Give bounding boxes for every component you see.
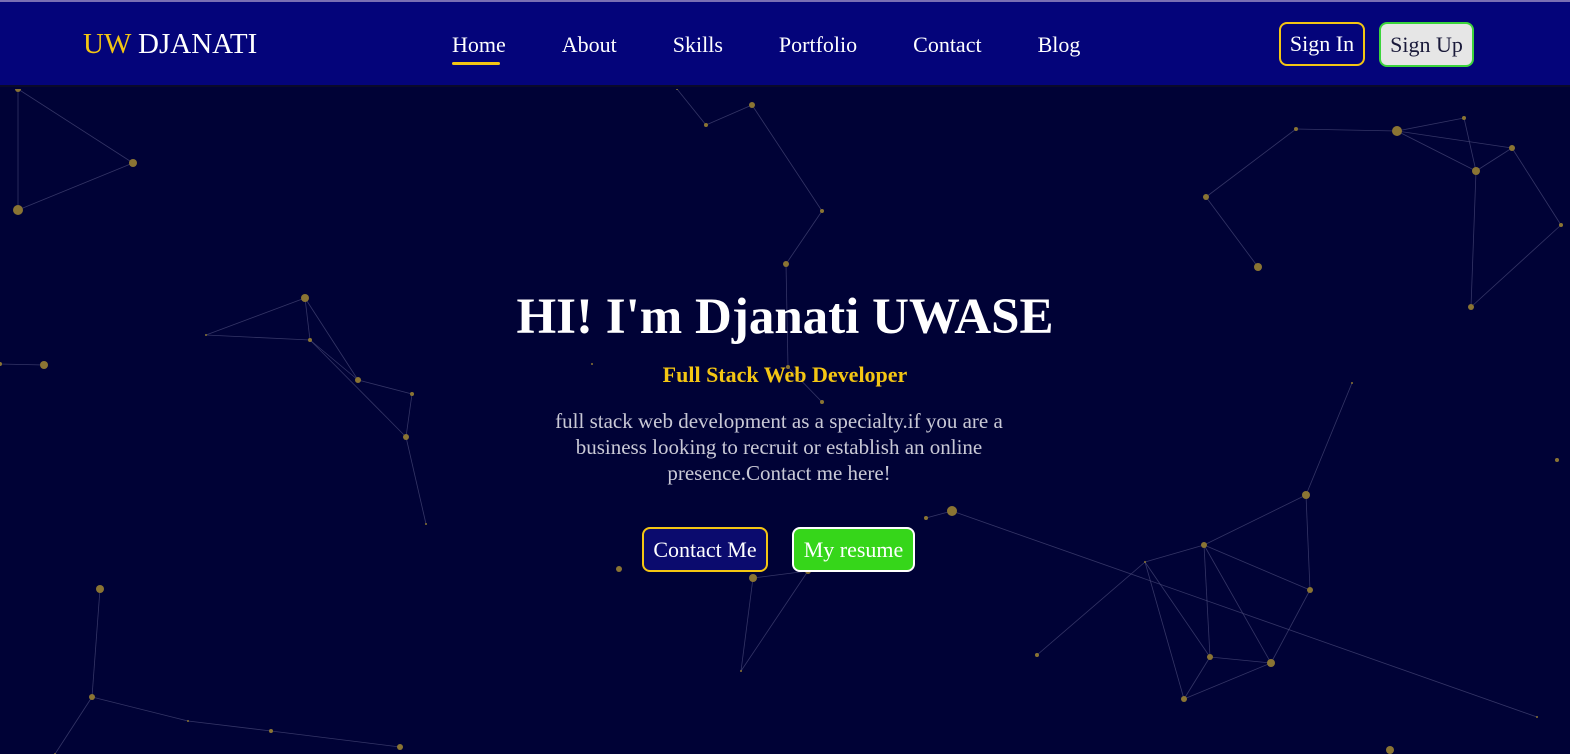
particle-dot xyxy=(1254,263,1262,271)
particle-link xyxy=(1305,494,1311,591)
particle-dot xyxy=(397,744,403,750)
particle-link xyxy=(1511,147,1562,226)
particle-link xyxy=(91,696,189,722)
particle-dot xyxy=(1536,716,1538,718)
particle-dot xyxy=(1035,653,1039,657)
particle-dot xyxy=(1307,587,1313,593)
particle-link xyxy=(1203,544,1272,664)
particle-link xyxy=(676,89,707,126)
particle-link xyxy=(91,588,101,698)
particle-dot xyxy=(129,159,137,167)
particle-dot xyxy=(1144,561,1146,563)
particle-link xyxy=(1475,147,1513,172)
particle-link xyxy=(1295,128,1398,132)
hero-description: full stack web development as a specialt… xyxy=(555,409,1003,485)
particle-link xyxy=(1144,561,1185,700)
nav-blog[interactable]: Blog xyxy=(1038,32,1081,58)
particle-link xyxy=(187,720,272,732)
particle-link xyxy=(705,104,753,126)
particle-dot xyxy=(947,506,957,516)
particle-link xyxy=(1203,544,1311,591)
hero-title: HI! I'm Djanati UWASE xyxy=(516,289,1054,345)
particle-dot xyxy=(1181,696,1187,702)
particle-link xyxy=(405,393,413,438)
particle-dot xyxy=(820,400,824,404)
particle-dot xyxy=(1201,542,1207,548)
particle-dot xyxy=(704,123,708,127)
particle-dot xyxy=(1392,126,1402,136)
particle-link xyxy=(1144,561,1211,658)
particle-dot xyxy=(410,392,414,396)
particle-dot xyxy=(1267,659,1275,667)
particle-link xyxy=(405,436,427,525)
particle-link xyxy=(751,104,823,212)
particle-link xyxy=(1396,117,1465,132)
particle-link xyxy=(1144,544,1205,563)
particle-link xyxy=(951,510,1538,718)
nav-skills[interactable]: Skills xyxy=(673,32,723,58)
particle-dot xyxy=(740,670,742,672)
particle-link xyxy=(1463,117,1477,172)
particle-dot xyxy=(403,434,409,440)
particle-dot xyxy=(616,566,622,572)
particle-link xyxy=(1470,170,1477,308)
particle-link xyxy=(752,570,809,579)
particle-dot xyxy=(89,694,95,700)
nav-contact[interactable]: Contact xyxy=(913,32,981,58)
particle-link xyxy=(1203,494,1307,546)
particle-dot xyxy=(1294,127,1298,131)
particle-link xyxy=(54,696,93,754)
particle-dot xyxy=(1555,458,1559,462)
particle-dot xyxy=(1203,194,1209,200)
particle-dot xyxy=(820,209,824,213)
nav-home[interactable]: Home xyxy=(452,32,506,65)
particle-dot xyxy=(1559,223,1563,227)
particle-dot xyxy=(1386,746,1394,754)
particle-dot xyxy=(924,516,928,520)
logo-name: DJANATI xyxy=(138,28,258,60)
hero-subtitle: Full Stack Web Developer xyxy=(662,362,908,387)
main-nav: Home About Skills Portfolio Contact Blog xyxy=(452,32,1081,65)
particle-link xyxy=(1205,196,1259,268)
particle-link xyxy=(1205,128,1297,198)
particle-dot xyxy=(269,729,273,733)
sign-in-button[interactable]: Sign In xyxy=(1279,22,1365,66)
sign-up-button[interactable]: Sign Up xyxy=(1379,22,1474,67)
particle-dot xyxy=(1302,491,1310,499)
particle-dot xyxy=(1509,145,1515,151)
particle-dot xyxy=(749,102,755,108)
particle-dot xyxy=(749,574,757,582)
particle-dot xyxy=(1207,654,1213,660)
contact-me-button[interactable]: Contact Me xyxy=(642,527,768,572)
particle-link xyxy=(17,162,134,211)
particle-link xyxy=(740,577,754,672)
navbar: UW DJANATI Home About Skills Portfolio C… xyxy=(0,2,1570,87)
nav-portfolio[interactable]: Portfolio xyxy=(779,32,857,58)
particle-link xyxy=(740,570,809,672)
particle-link xyxy=(1305,382,1353,496)
logo-initials: UW xyxy=(83,28,131,60)
particle-link xyxy=(1270,589,1311,664)
particle-link xyxy=(270,730,401,748)
particle-dot xyxy=(783,261,789,267)
particle-link xyxy=(1183,662,1272,700)
my-resume-button[interactable]: My resume xyxy=(792,527,915,572)
particle-dot xyxy=(1472,167,1480,175)
particle-link xyxy=(1036,561,1146,656)
particle-link xyxy=(17,89,134,164)
site-logo[interactable]: UW DJANATI xyxy=(83,28,257,61)
particle-dot xyxy=(1462,116,1466,120)
particle-dot xyxy=(13,205,23,215)
particle-dot xyxy=(15,89,21,92)
particle-link xyxy=(785,210,823,265)
particle-dot xyxy=(96,585,104,593)
particle-link xyxy=(1183,656,1211,700)
particle-dot xyxy=(187,720,189,722)
particle-link xyxy=(1209,656,1272,664)
particle-dot xyxy=(425,523,427,525)
nav-about[interactable]: About xyxy=(562,32,617,58)
